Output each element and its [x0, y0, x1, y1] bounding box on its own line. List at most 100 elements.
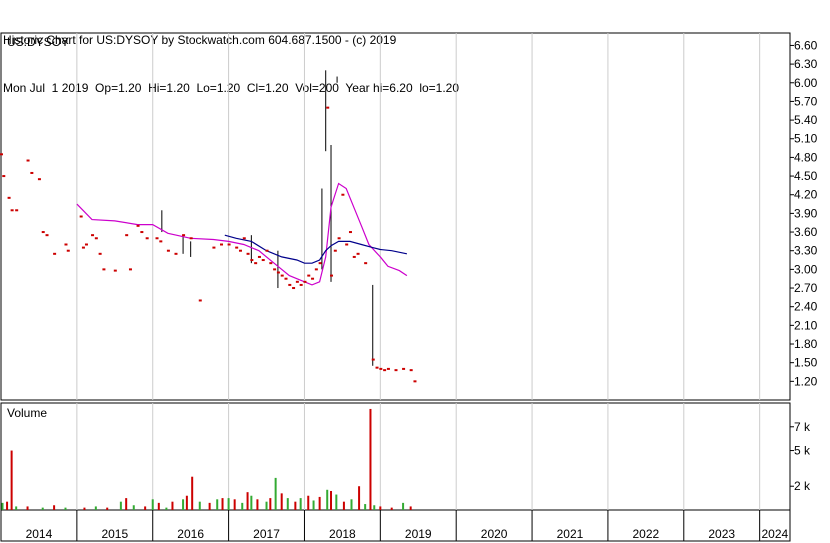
price-point	[250, 259, 254, 262]
price-point	[413, 380, 417, 383]
volume-bar	[265, 501, 268, 510]
volume-bar	[53, 505, 56, 510]
volume-bar	[191, 476, 194, 510]
price-point	[45, 234, 49, 237]
volume-bar	[6, 501, 9, 510]
year-tick-label: 2023	[708, 527, 735, 541]
volume-bar	[227, 498, 230, 510]
year-tick-label: 2019	[405, 527, 432, 541]
volume-bar	[350, 499, 353, 510]
price-point	[280, 274, 284, 277]
price-tick-label: 2.70	[794, 281, 818, 295]
price-point	[303, 280, 307, 283]
price-point	[37, 178, 41, 181]
price-point	[174, 252, 178, 255]
price-point	[136, 224, 140, 227]
price-point	[273, 268, 277, 271]
price-point	[394, 369, 398, 372]
moving-average-long-line	[224, 234, 408, 264]
volume-bar	[390, 507, 393, 510]
volume-tick-label: 7 k	[794, 420, 811, 434]
volume-tick-label: 5 k	[794, 444, 811, 458]
price-point	[379, 367, 383, 370]
price-point	[341, 193, 345, 196]
price-point	[53, 252, 57, 255]
volume-bar	[409, 506, 412, 510]
price-point	[295, 280, 299, 283]
volume-bar	[144, 506, 147, 510]
price-point	[257, 255, 261, 258]
volume-bar	[269, 498, 272, 510]
price-tick-label: 1.20	[794, 374, 818, 388]
price-point	[352, 255, 356, 258]
price-point	[269, 262, 273, 265]
price-point	[113, 269, 117, 272]
volume-bar	[64, 507, 67, 510]
volume-bar	[26, 506, 29, 510]
volume-bar	[165, 507, 168, 510]
volume-bar	[151, 499, 154, 510]
volume-bar	[233, 499, 236, 510]
price-point	[356, 252, 360, 255]
stock-chart: 2014 2015 2016 2017 2018 2019 2020 2021 2022 2023…	[0, 32, 818, 542]
volume-bar	[15, 506, 18, 510]
price-point	[66, 249, 70, 252]
volume-bar	[358, 486, 361, 510]
year-tick-label: 2022	[633, 527, 660, 541]
price-tick-label: 4.80	[794, 150, 818, 164]
volume-bar	[364, 504, 367, 510]
volume-bar	[94, 506, 97, 510]
price-point	[284, 277, 288, 280]
price-point	[10, 209, 14, 212]
volume-bar	[379, 506, 382, 510]
volume-bar	[221, 498, 224, 510]
price-point	[311, 277, 315, 280]
volume-bar	[330, 490, 333, 510]
price-point	[81, 246, 85, 249]
price-tick-label: 3.00	[794, 262, 818, 276]
year-tick-label: 2018	[329, 527, 356, 541]
price-tick-label: 6.60	[794, 38, 818, 52]
price-point	[238, 249, 242, 252]
price-tick-label: 3.90	[794, 206, 818, 220]
price-point	[98, 252, 102, 255]
volume-bar	[83, 507, 86, 510]
volume-bar	[208, 502, 211, 510]
price-point	[159, 240, 163, 243]
price-point	[375, 366, 379, 369]
volume-bar	[132, 505, 135, 510]
volume-bar	[185, 495, 188, 510]
price-point	[402, 367, 406, 370]
price-point	[288, 283, 292, 286]
price-point	[246, 252, 250, 255]
volume-bar	[246, 492, 249, 510]
price-point	[128, 268, 132, 271]
volume-bar	[318, 496, 321, 510]
price-tick-label: 6.00	[794, 76, 818, 90]
volume-bar	[256, 499, 259, 510]
price-point	[299, 283, 303, 286]
volume-label: Volume	[7, 406, 47, 420]
price-point	[198, 299, 202, 302]
price-point	[386, 367, 390, 370]
price-point	[318, 262, 322, 265]
price-point	[371, 358, 375, 361]
price-point	[94, 237, 98, 240]
price-point	[276, 271, 280, 274]
price-point	[145, 237, 149, 240]
volume-bar	[342, 501, 345, 510]
price-point	[314, 268, 318, 271]
price-point	[140, 231, 144, 234]
volume-bar	[274, 477, 277, 510]
year-tick-label: 2015	[101, 527, 128, 541]
price-tick-label: 1.80	[794, 337, 818, 351]
price-point	[261, 259, 265, 262]
price-point	[337, 237, 341, 240]
price-point	[155, 237, 159, 240]
volume-tick-label: 2 k	[794, 479, 811, 493]
price-point	[333, 249, 337, 252]
volume-panel-frame	[0, 402, 791, 511]
volume-bar	[373, 505, 376, 510]
price-point	[227, 243, 231, 246]
price-tick-label: 5.10	[794, 132, 818, 146]
